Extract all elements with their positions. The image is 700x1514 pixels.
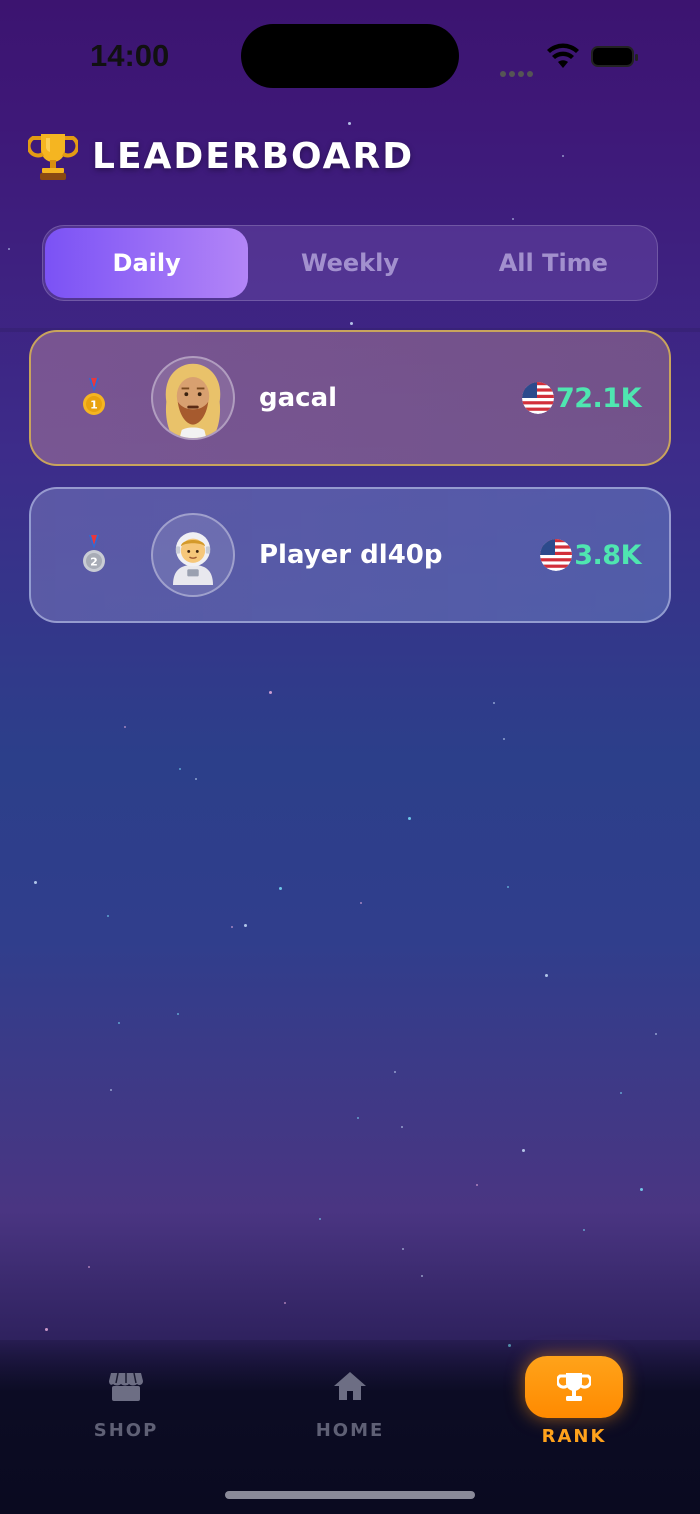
svg-text:1: 1 <box>90 399 98 412</box>
score-value: 3.8K <box>574 539 641 571</box>
svg-text:2: 2 <box>90 556 98 569</box>
status-time: 14:00 <box>90 38 170 73</box>
score-value: 72.1K <box>555 382 642 414</box>
shop-icon <box>106 1366 146 1406</box>
us-flag-icon <box>540 539 573 571</box>
dynamic-island <box>241 24 459 88</box>
astronaut-avatar <box>151 513 235 597</box>
rank-button-bg <box>525 1356 623 1418</box>
tab-daily[interactable]: Daily <box>45 228 249 298</box>
leaderboard-row[interactable]: 1 gacal 72.1K <box>29 330 671 466</box>
home-indicator <box>225 1491 475 1499</box>
leaderboard-row[interactable]: 2 Player dl40p 3.8K <box>29 487 671 623</box>
player-name: gacal <box>259 383 338 413</box>
page-title: LEADERBOARD <box>92 135 415 177</box>
status-bar: 14:00 <box>0 0 700 110</box>
nav-shop[interactable]: SHOP <box>66 1366 186 1441</box>
player-score: 3.8K <box>540 539 641 571</box>
wifi-icon <box>547 43 579 68</box>
nav-label-rank: RANK <box>541 1426 607 1447</box>
home-icon <box>330 1366 370 1406</box>
nav-label-home: HOME <box>315 1420 385 1441</box>
nav-home[interactable]: HOME <box>290 1366 410 1441</box>
nav-rank[interactable]: RANK <box>514 1356 634 1447</box>
gold-medal-icon: 1 <box>83 378 105 415</box>
player-name: Player dl40p <box>259 540 443 570</box>
trophy-icon <box>557 1373 591 1401</box>
trophy-icon <box>28 134 78 180</box>
period-tabs: Daily Weekly All Time <box>42 225 658 301</box>
battery-icon <box>591 46 638 67</box>
player-score: 72.1K <box>521 382 642 414</box>
us-flag-icon <box>521 382 554 414</box>
tab-weekly[interactable]: Weekly <box>248 228 451 298</box>
page-header: LEADERBOARD <box>28 128 414 184</box>
tab-all-time[interactable]: All Time <box>452 228 655 298</box>
nav-label-shop: SHOP <box>93 1420 159 1441</box>
silver-medal-icon: 2 <box>83 535 105 572</box>
cellular-signal-icon <box>500 62 536 77</box>
bearded-man-avatar <box>151 356 235 440</box>
